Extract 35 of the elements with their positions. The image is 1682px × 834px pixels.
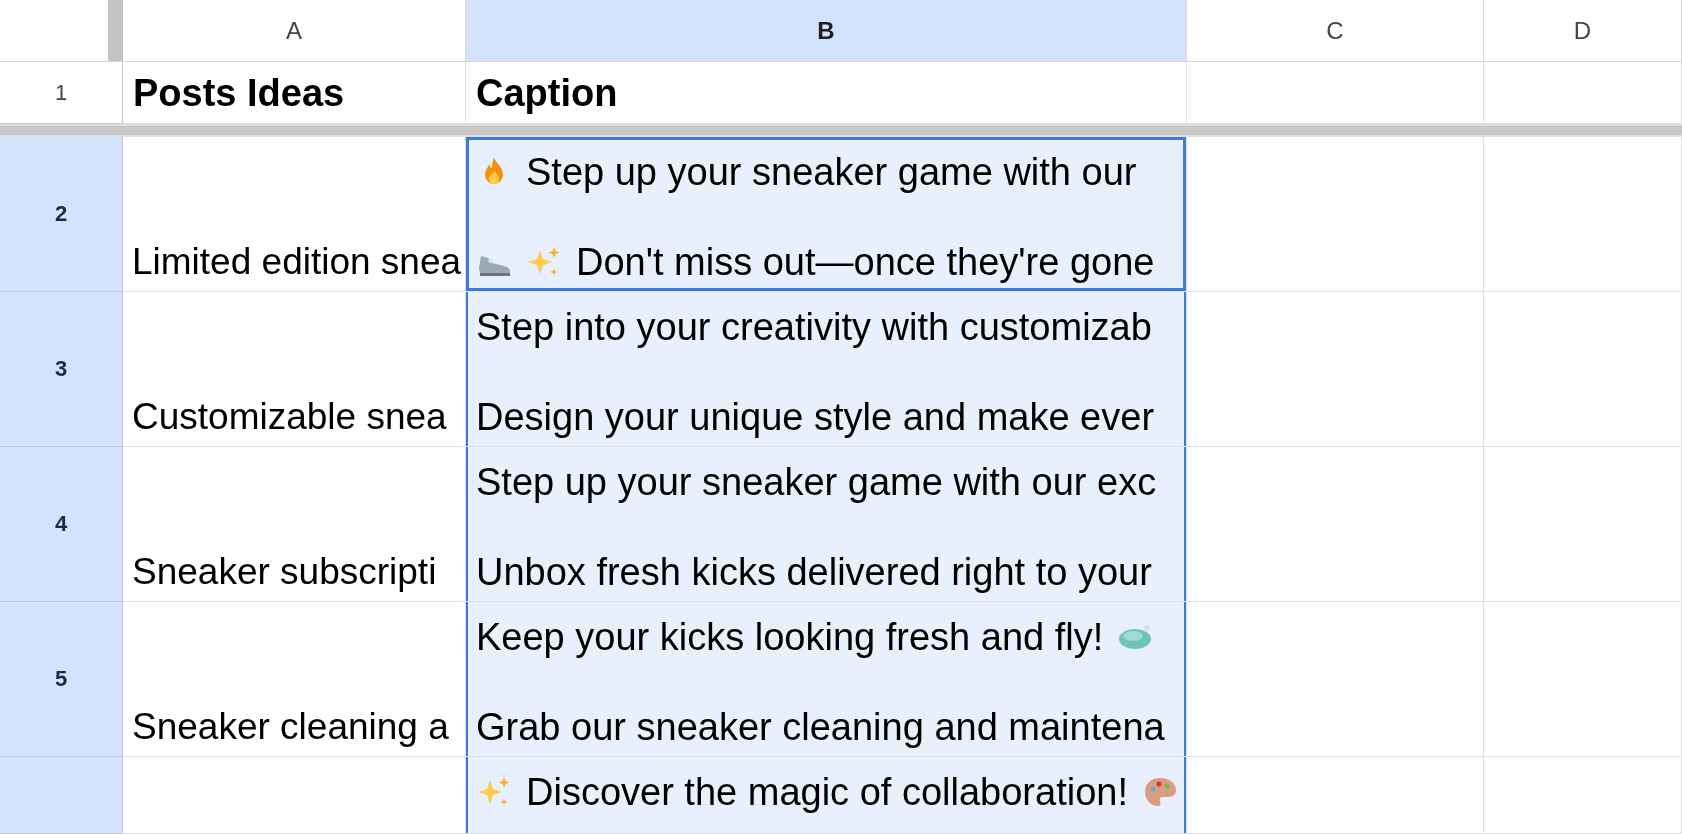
spreadsheet-cell[interactable] [1484, 447, 1682, 602]
cell-text: Don't miss out—once they're gone [576, 240, 1155, 285]
spreadsheet-cell[interactable] [1187, 602, 1484, 757]
spreadsheet-cell[interactable] [1187, 757, 1484, 834]
row-header[interactable]: 2 [0, 137, 123, 292]
row-header[interactable] [0, 757, 123, 834]
spreadsheet-cell[interactable] [1484, 137, 1682, 292]
spreadsheet-cell[interactable]: Step up your sneaker game with our Don't miss out—once they're gone [466, 137, 1187, 292]
spreadsheet-cell[interactable]: Keep your kicks looking fresh and fly! Grab our sneaker cleaning and maintena [466, 602, 1187, 757]
spreadsheet-cell[interactable]: Step into your creativity with customizab Design your unique style and make ever [466, 292, 1187, 447]
column-header[interactable]: C [1187, 0, 1484, 62]
row-header[interactable]: 4 [0, 447, 123, 602]
spreadsheet-cell[interactable]: Step up your sneaker game with our exc Unbox fresh kicks delivered right to your [466, 447, 1187, 602]
frozen-column-handle[interactable] [108, 0, 123, 61]
column-header[interactable]: B [466, 0, 1187, 62]
row-header[interactable]: 3 [0, 292, 123, 447]
cell-text: Unbox fresh kicks delivered right to your [476, 550, 1152, 595]
spreadsheet-cell[interactable] [1484, 602, 1682, 757]
column-header[interactable]: D [1484, 0, 1682, 62]
cell-text: Step into your creativity with customizab [476, 305, 1152, 350]
cell-text: Keep your kicks looking fresh and fly! [476, 615, 1104, 660]
cell-text: Discover the magic of collaboration! [526, 770, 1128, 815]
spreadsheet-cell[interactable] [1187, 292, 1484, 447]
spreadsheet-cell[interactable] [1187, 137, 1484, 292]
cell-text: Step up your sneaker game with our [526, 150, 1137, 195]
spreadsheet-cell[interactable] [1484, 292, 1682, 447]
cell-text: Design your unique style and make ever [476, 395, 1155, 440]
spreadsheet-cell[interactable]: Discover the magic of collaboration! [466, 757, 1187, 834]
column-header[interactable]: A [123, 0, 466, 62]
cell-text: Step up your sneaker game with our exc [476, 460, 1157, 505]
cell-text: Grab our sneaker cleaning and maintena [476, 705, 1165, 750]
spreadsheet-cell[interactable] [1187, 447, 1484, 602]
row-header[interactable]: 1 [0, 62, 123, 124]
spreadsheet-cell[interactable] [1484, 757, 1682, 834]
row-header[interactable]: 5 [0, 602, 123, 757]
